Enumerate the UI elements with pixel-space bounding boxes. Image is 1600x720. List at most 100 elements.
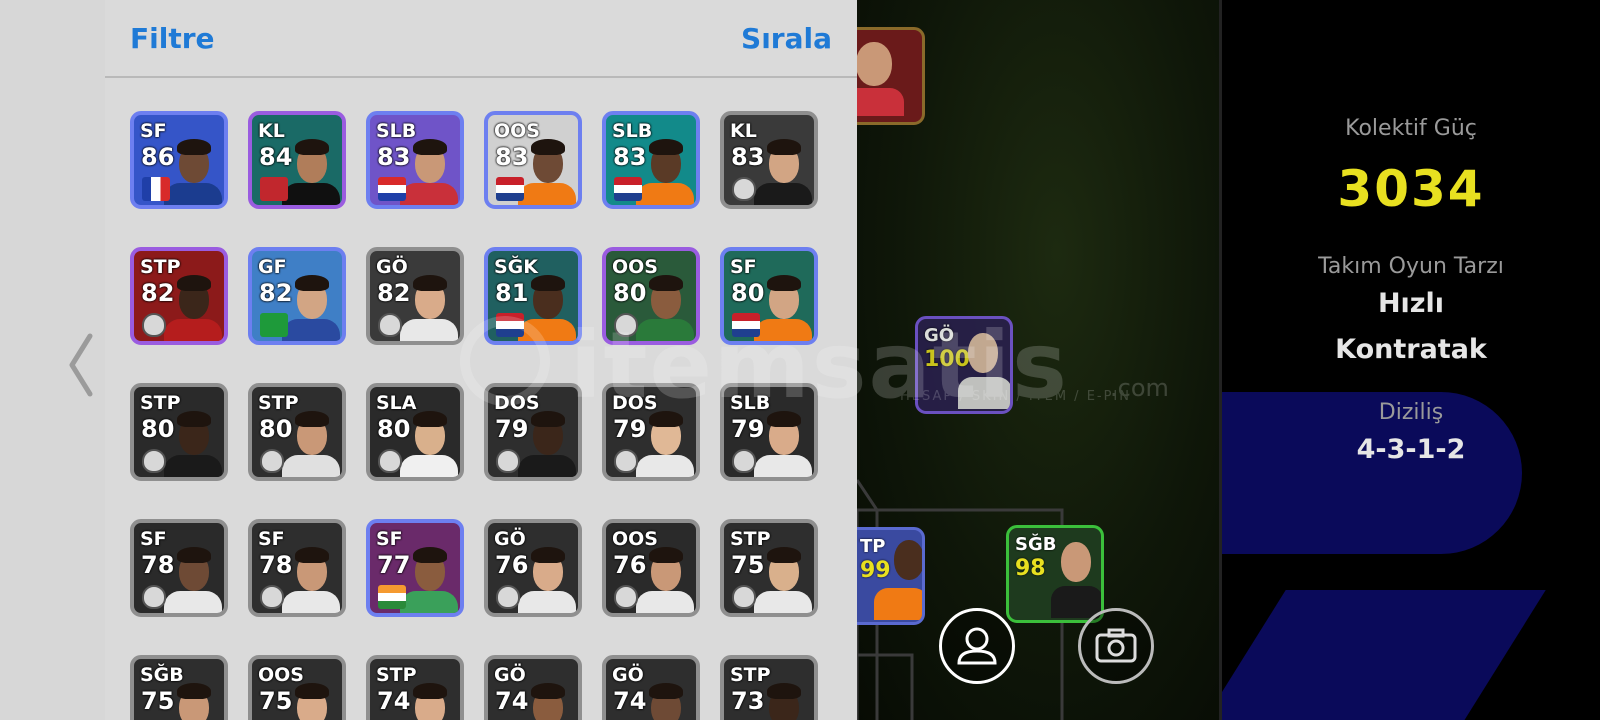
manager-button[interactable] (939, 608, 1015, 684)
player-rating: 82 (141, 279, 175, 307)
player-card[interactable]: GÖ 82 (366, 247, 464, 345)
flag-morocco-icon (260, 177, 288, 201)
team-info-sidebar: Kolektif Güç 3034 Takım Oyun Tarzı Hızlı… (1222, 0, 1600, 720)
player-card[interactable]: SF 77 (366, 519, 464, 617)
camera-button[interactable] (1078, 608, 1154, 684)
player-card[interactable]: SĞK 81 (484, 247, 582, 345)
filter-button[interactable]: Filtre (130, 22, 215, 55)
club-badge-icon (496, 449, 520, 473)
player-rating: 83 (731, 143, 765, 171)
player-rating: 82 (377, 279, 411, 307)
player-rating: 74 (613, 687, 647, 715)
player-card[interactable]: OOS 76 (602, 519, 700, 617)
player-rating: 83 (613, 143, 647, 171)
player-card[interactable]: SF 86 (130, 111, 228, 209)
pitch-player-card-selected[interactable]: GÖ 100 (915, 316, 1013, 414)
player-card[interactable]: GÖ 76 (484, 519, 582, 617)
player-rating: 75 (259, 687, 293, 715)
player-position: STP (376, 664, 417, 686)
player-card[interactable]: KL 83 (720, 111, 818, 209)
player-card[interactable]: SF 80 (720, 247, 818, 345)
player-position: OOS (612, 256, 658, 278)
player-position: KL (258, 120, 285, 142)
playstyle-label: Takım Oyun Tarzı (1318, 254, 1504, 279)
player-rating: 73 (731, 687, 765, 715)
panel-header: Filtre Sırala (105, 0, 857, 78)
player-position: STP (730, 664, 771, 686)
player-card[interactable]: STP 80 (130, 383, 228, 481)
player-card[interactable]: SLB 79 (720, 383, 818, 481)
player-rating: 84 (259, 143, 293, 171)
player-rating: 82 (259, 279, 293, 307)
player-rating: 75 (731, 551, 765, 579)
player-card[interactable]: OOS 75 (248, 655, 346, 720)
player-position: GF (258, 256, 287, 278)
player-rating: 77 (377, 551, 411, 579)
player-rating: 76 (495, 551, 529, 579)
player-rating: 79 (495, 415, 529, 443)
player-position: GÖ (494, 528, 526, 550)
player-card[interactable]: DOS 79 (484, 383, 582, 481)
player-rating: 76 (613, 551, 647, 579)
flag-netherlands-icon (496, 313, 524, 337)
player-position: GÖ (494, 664, 526, 686)
player-rating: 98 (1015, 556, 1046, 581)
player-card[interactable]: STP 82 (130, 247, 228, 345)
player-position: KL (730, 120, 757, 142)
left-gutter (0, 0, 105, 720)
player-card[interactable]: GÖ 74 (602, 655, 700, 720)
player-rating: 79 (731, 415, 765, 443)
player-card[interactable]: STP 80 (248, 383, 346, 481)
flag-croatia-icon (378, 177, 406, 201)
player-position: SLB (612, 120, 653, 142)
player-shirt (857, 88, 904, 116)
player-position: GÖ (376, 256, 408, 278)
player-card[interactable]: SĞB 75 (130, 655, 228, 720)
flag-brazil-icon (260, 313, 288, 337)
sort-button[interactable]: Sırala (741, 22, 832, 55)
player-card[interactable]: SF 78 (130, 519, 228, 617)
player-position: SF (730, 256, 757, 278)
player-rating: 74 (377, 687, 411, 715)
player-card[interactable]: STP 75 (720, 519, 818, 617)
person-icon (957, 627, 997, 665)
chevron-left-icon[interactable] (66, 332, 96, 398)
team-power-value: 3034 (1337, 160, 1485, 218)
player-card[interactable]: DOS 79 (602, 383, 700, 481)
player-card[interactable]: OOS 80 (602, 247, 700, 345)
camera-icon (1095, 628, 1137, 663)
player-card[interactable]: GÖ 74 (484, 655, 582, 720)
club-badge-icon (614, 313, 638, 337)
formation-label: Diziliş (1378, 400, 1444, 425)
player-card[interactable]: STP 73 (720, 655, 818, 720)
pitch-player-card-bottom-left[interactable]: TP 99 (857, 527, 925, 625)
player-card[interactable]: SLA 80 (366, 383, 464, 481)
player-card[interactable]: KL 84 (248, 111, 346, 209)
player-card[interactable]: SLB 83 (602, 111, 700, 209)
player-card[interactable]: STP 74 (366, 655, 464, 720)
player-card[interactable]: SLB 83 (366, 111, 464, 209)
player-position: SF (140, 120, 167, 142)
pitch-player-card-bottom-right[interactable]: SĞB 98 (1006, 525, 1104, 623)
player-position: OOS (612, 528, 658, 550)
pitch-player-card-top[interactable]: 2 (857, 27, 925, 125)
player-rating: 74 (495, 687, 529, 715)
player-rating: 99 (860, 558, 891, 583)
playstyle-value-line2: Kontratak (1335, 334, 1487, 365)
club-badge-icon (142, 313, 166, 337)
club-badge-icon (732, 585, 756, 609)
player-card[interactable]: OOS 83 (484, 111, 582, 209)
player-card[interactable]: GF 82 (248, 247, 346, 345)
formation-value[interactable]: 4-3-1-2 (1222, 434, 1600, 465)
club-badge-icon (496, 585, 520, 609)
player-rating: 83 (495, 143, 529, 171)
player-position: SF (258, 528, 285, 550)
player-rating: 80 (141, 415, 175, 443)
player-list-panel: Filtre Sırala SF 86 KL 84 SLB 83 OOS 83 SLB 83 KL 8… (105, 0, 857, 720)
player-rating: 75 (141, 687, 175, 715)
club-badge-icon (142, 449, 166, 473)
player-card[interactable]: SF 78 (248, 519, 346, 617)
player-rating: 78 (259, 551, 293, 579)
player-position: OOS (258, 664, 304, 686)
player-position: SLB (730, 392, 771, 414)
